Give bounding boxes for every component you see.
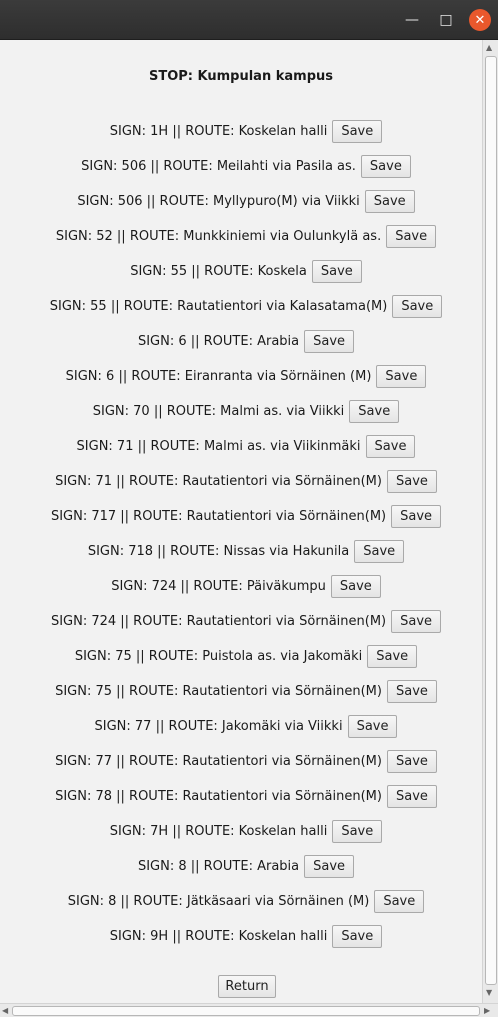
route-row: SIGN: 1H || ROUTE: Koskelan halli Save <box>0 114 492 149</box>
scroll-up-icon[interactable]: ▲ <box>486 43 492 52</box>
scroll-left-icon[interactable]: ◀ <box>2 1006 8 1015</box>
horizontal-scrollbar[interactable]: ◀ ▶ <box>0 1003 498 1017</box>
save-button[interactable]: Save <box>360 155 411 178</box>
scroll-down-icon[interactable]: ▼ <box>486 988 492 997</box>
route-label: SIGN: 8 || ROUTE: Arabia <box>137 859 300 874</box>
main-panel: STOP: Kumpulan kampus SIGN: 1H || ROUTE:… <box>0 40 482 1003</box>
route-label: SIGN: 70 || ROUTE: Malmi as. via Viikki <box>92 404 345 419</box>
return-button[interactable]: Return <box>218 975 276 998</box>
route-list: SIGN: 1H || ROUTE: Koskelan halli Save SIG… <box>0 114 492 954</box>
route-row: SIGN: 724 || ROUTE: Rautatientori via Sö… <box>0 604 492 639</box>
route-label: SIGN: 718 || ROUTE: Nissas via Hakunila <box>87 544 350 559</box>
route-label: SIGN: 71 || ROUTE: Malmi as. via Viikinm… <box>76 439 361 454</box>
route-row: SIGN: 55 || ROUTE: Koskela Save <box>0 254 492 289</box>
route-row: SIGN: 717 || ROUTE: Rautatientori via Sö… <box>0 499 492 534</box>
save-button[interactable]: Save <box>332 120 383 143</box>
route-label: SIGN: 55 || ROUTE: Rautatientori via Kal… <box>49 299 388 314</box>
route-row: SIGN: 55 || ROUTE: Rautatientori via Kal… <box>0 289 492 324</box>
route-row: SIGN: 78 || ROUTE: Rautatientori via Sör… <box>0 779 492 814</box>
save-button[interactable]: Save <box>376 365 427 388</box>
route-row: SIGN: 70 || ROUTE: Malmi as. via Viikki S… <box>0 394 492 429</box>
route-label: SIGN: 77 || ROUTE: Jakomäki via Viikki <box>94 719 343 734</box>
route-row: SIGN: 506 || ROUTE: Meilahti via Pasila … <box>0 149 492 184</box>
route-label: SIGN: 78 || ROUTE: Rautatientori via Sör… <box>55 789 382 804</box>
route-label: SIGN: 6 || ROUTE: Eiranranta via Sörnäin… <box>65 369 372 384</box>
route-label: SIGN: 9H || ROUTE: Koskelan halli <box>109 929 328 944</box>
route-row: SIGN: 71 || ROUTE: Malmi as. via Viikinm… <box>0 429 492 464</box>
save-button[interactable]: Save <box>386 785 437 808</box>
save-button[interactable]: Save <box>386 680 437 703</box>
save-button[interactable]: Save <box>374 890 425 913</box>
save-button[interactable]: Save <box>386 225 437 248</box>
horizontal-scroll-thumb[interactable] <box>12 1006 480 1016</box>
save-button[interactable]: Save <box>386 750 437 773</box>
save-button[interactable]: Save <box>347 715 398 738</box>
save-button[interactable]: Save <box>354 540 405 563</box>
save-button[interactable]: Save <box>365 435 416 458</box>
vertical-scroll-thumb[interactable] <box>485 56 497 985</box>
route-row: SIGN: 718 || ROUTE: Nissas via Hakunila S… <box>0 534 492 569</box>
route-label: SIGN: 1H || ROUTE: Koskelan halli <box>109 124 328 139</box>
route-label: SIGN: 55 || ROUTE: Koskela <box>130 264 307 279</box>
save-button[interactable]: Save <box>304 855 355 878</box>
route-label: SIGN: 506 || ROUTE: Meilahti via Pasila … <box>81 159 356 174</box>
route-label: SIGN: 8 || ROUTE: Jätkäsaari via Sörnäin… <box>67 894 370 909</box>
route-row: SIGN: 8 || ROUTE: Arabia Save <box>0 849 492 884</box>
save-button[interactable]: Save <box>391 610 442 633</box>
save-button[interactable]: Save <box>304 330 355 353</box>
route-row: SIGN: 7H || ROUTE: Koskelan halli Save <box>0 814 492 849</box>
save-button[interactable]: Save <box>364 190 415 213</box>
route-row: SIGN: 6 || ROUTE: Arabia Save <box>0 324 492 359</box>
route-label: SIGN: 506 || ROUTE: Myllypuro(M) via Vii… <box>77 194 360 209</box>
save-button[interactable]: Save <box>386 470 437 493</box>
route-row: SIGN: 77 || ROUTE: Jakomäki via Viikki Sa… <box>0 709 492 744</box>
vertical-scrollbar[interactable]: ▲ ▼ <box>482 40 498 1003</box>
route-label: SIGN: 77 || ROUTE: Rautatientori via Sör… <box>55 754 382 769</box>
route-row: SIGN: 506 || ROUTE: Myllypuro(M) via Vii… <box>0 184 492 219</box>
route-row: SIGN: 724 || ROUTE: Päiväkumpu Save <box>0 569 492 604</box>
save-button[interactable]: Save <box>311 260 362 283</box>
route-row: SIGN: 75 || ROUTE: Puistola as. via Jako… <box>0 639 492 674</box>
save-button[interactable]: Save <box>330 575 381 598</box>
save-button[interactable]: Save <box>392 295 443 318</box>
route-label: SIGN: 717 || ROUTE: Rautatientori via Sö… <box>50 509 387 524</box>
route-row: SIGN: 71 || ROUTE: Rautatientori via Sör… <box>0 464 492 499</box>
route-label: SIGN: 75 || ROUTE: Puistola as. via Jako… <box>74 649 363 664</box>
route-row: SIGN: 77 || ROUTE: Rautatientori via Sör… <box>0 744 492 779</box>
route-label: SIGN: 6 || ROUTE: Arabia <box>137 334 300 349</box>
route-row: SIGN: 6 || ROUTE: Eiranranta via Sörnäin… <box>0 359 492 394</box>
route-label: SIGN: 52 || ROUTE: Munkkiniemi via Oulun… <box>55 229 382 244</box>
route-label: SIGN: 75 || ROUTE: Rautatientori via Sör… <box>55 684 382 699</box>
save-button[interactable]: Save <box>367 645 418 668</box>
window-titlebar: — □ ✕ <box>0 0 498 40</box>
scroll-right-icon[interactable]: ▶ <box>484 1006 490 1015</box>
route-label: SIGN: 71 || ROUTE: Rautatientori via Sör… <box>55 474 382 489</box>
close-icon[interactable]: ✕ <box>469 9 491 31</box>
route-label: SIGN: 7H || ROUTE: Koskelan halli <box>109 824 328 839</box>
minimize-icon[interactable]: — <box>402 10 422 30</box>
save-button[interactable]: Save <box>332 925 383 948</box>
route-row: SIGN: 52 || ROUTE: Munkkiniemi via Oulun… <box>0 219 492 254</box>
save-button[interactable]: Save <box>332 820 383 843</box>
stop-title: STOP: Kumpulan kampus <box>148 69 333 84</box>
route-row: SIGN: 75 || ROUTE: Rautatientori via Sör… <box>0 674 492 709</box>
route-label: SIGN: 724 || ROUTE: Rautatientori via Sö… <box>50 614 387 629</box>
route-label: SIGN: 724 || ROUTE: Päiväkumpu <box>111 579 326 594</box>
maximize-icon[interactable]: □ <box>436 10 456 30</box>
route-row: SIGN: 9H || ROUTE: Koskelan halli Save <box>0 919 492 954</box>
save-button[interactable]: Save <box>349 400 400 423</box>
route-row: SIGN: 8 || ROUTE: Jätkäsaari via Sörnäin… <box>0 884 492 919</box>
save-button[interactable]: Save <box>391 505 442 528</box>
